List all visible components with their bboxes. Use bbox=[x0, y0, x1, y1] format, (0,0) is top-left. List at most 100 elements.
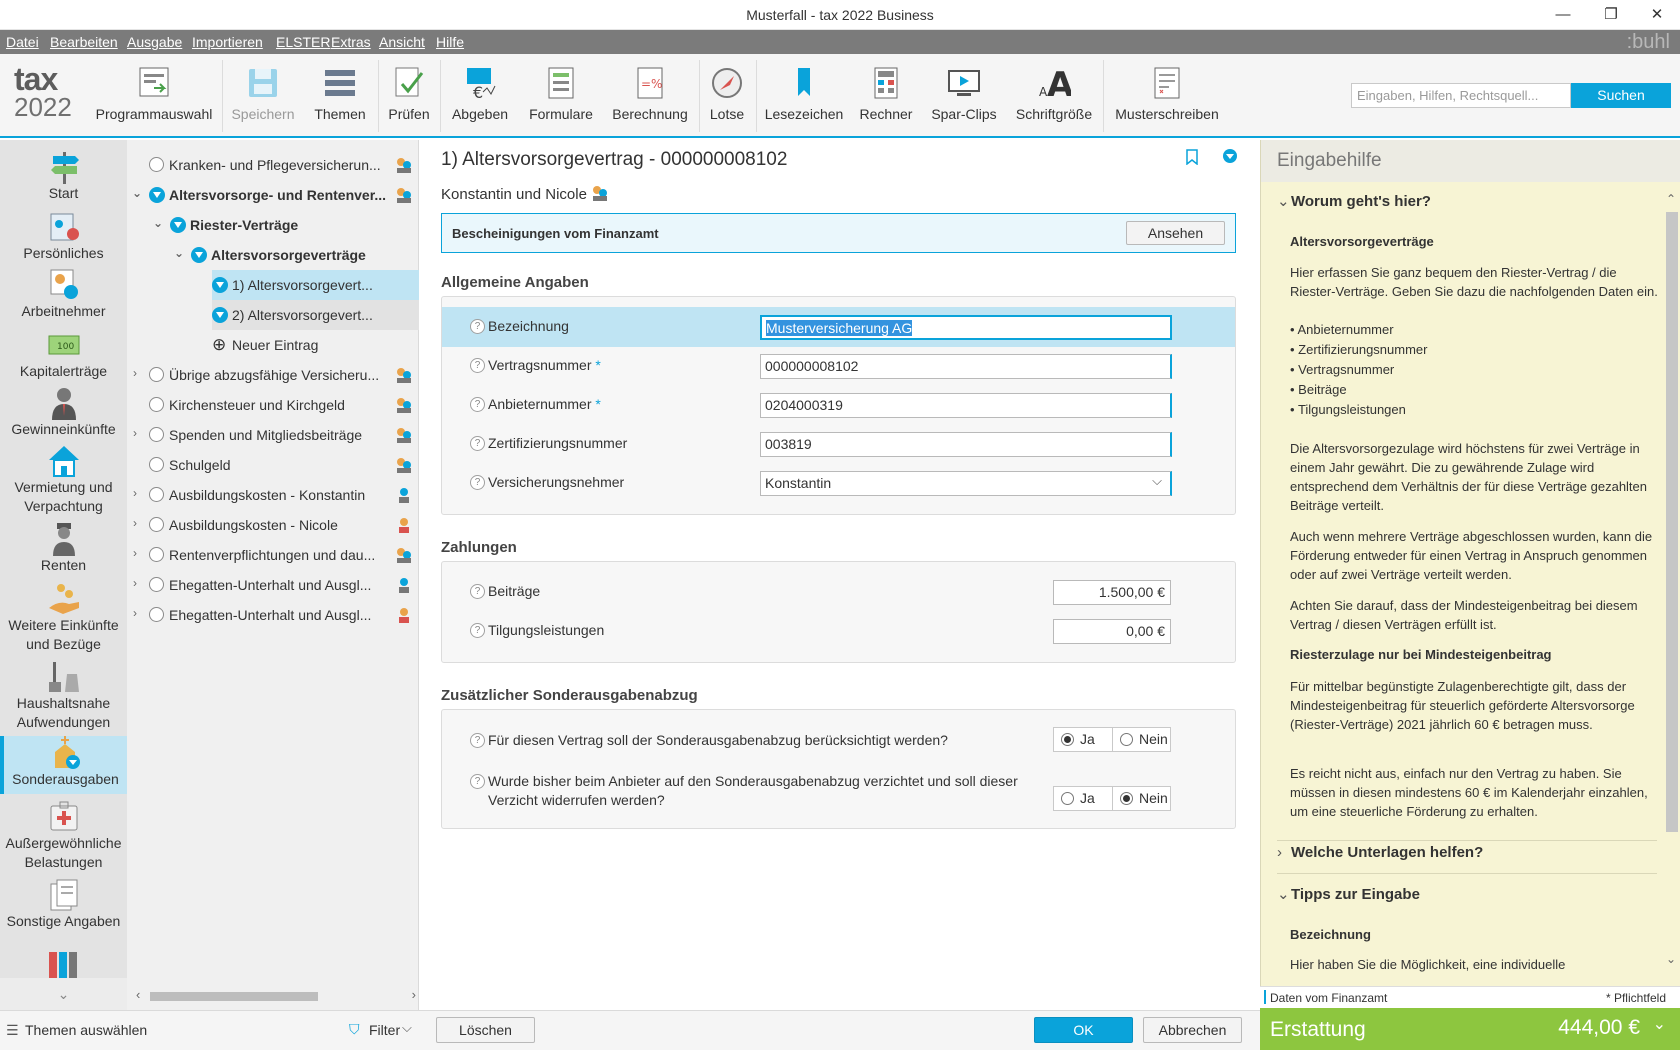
filter-button[interactable]: Filter bbox=[369, 1022, 400, 1038]
maximize-button[interactable]: ❐ bbox=[1588, 0, 1634, 30]
radio-nein[interactable] bbox=[1120, 733, 1133, 746]
tree-item[interactable]: › Spenden und Mitgliedsbeiträge bbox=[127, 420, 419, 450]
refund-bar[interactable]: Erstattung 444,00 € ⌄ bbox=[1260, 1008, 1680, 1050]
expand-chevron-icon[interactable]: › bbox=[133, 606, 137, 620]
tree-item[interactable]: › Ehegatten-Unterhalt und Ausgl... bbox=[127, 600, 419, 630]
help-icon[interactable]: ? bbox=[470, 584, 485, 599]
programmauswahl-button[interactable]: Programmauswahl bbox=[94, 60, 214, 134]
collapse-chevron-icon[interactable]: ⌄ bbox=[132, 186, 142, 200]
help-icon[interactable]: ? bbox=[470, 436, 485, 451]
nav-kapitalertraege[interactable]: 100 Kapitalerträge bbox=[0, 328, 127, 382]
nav-weitere-einkuenfte[interactable]: Weitere Einkünfte und Bezüge bbox=[0, 582, 127, 654]
loeschen-button[interactable]: Löschen bbox=[436, 1017, 535, 1043]
nav-persoenliches[interactable]: Persönliches bbox=[0, 210, 127, 264]
nav-sonstige-angaben[interactable]: Sonstige Angaben bbox=[0, 878, 127, 932]
help-icon[interactable]: ? bbox=[470, 774, 485, 789]
help-icon[interactable]: ? bbox=[470, 397, 485, 412]
help-section-worum[interactable]: ⌄Worum geht's hier? bbox=[1277, 192, 1431, 210]
tilgungsleistungen-input[interactable]: 0,00 € bbox=[1053, 619, 1171, 644]
menu-datei[interactable]: Datei bbox=[6, 34, 39, 50]
sidebar-scroll-down-icon[interactable]: ⌄ bbox=[0, 978, 127, 1010]
new-entry-button[interactable]: ⊕ Neuer Eintrag bbox=[127, 330, 419, 360]
search-input[interactable]: Eingaben, Hilfen, Rechtsquell... bbox=[1351, 83, 1571, 108]
scroll-thumb[interactable] bbox=[150, 992, 318, 1001]
help-icon[interactable]: ? bbox=[470, 358, 485, 373]
tree-item[interactable]: › Rentenverpflichtungen und dau... bbox=[127, 540, 419, 570]
help-icon[interactable]: ? bbox=[470, 319, 485, 334]
tree-item-selected[interactable]: 1) Altersvorsorgevert... bbox=[212, 270, 419, 300]
tree-item[interactable]: › Ehegatten-Unterhalt und Ausgl... bbox=[127, 570, 419, 600]
expand-chevron-icon[interactable]: › bbox=[133, 516, 137, 530]
expand-chevron-icon[interactable]: › bbox=[133, 426, 137, 440]
help-scrollbar[interactable] bbox=[1666, 212, 1678, 832]
minimize-button[interactable]: — bbox=[1540, 0, 1586, 30]
help-section-tipps[interactable]: ⌄Tipps zur Eingabe bbox=[1277, 885, 1420, 903]
pruefen-button[interactable]: Prüfen bbox=[384, 60, 434, 134]
help-icon[interactable]: ? bbox=[470, 475, 485, 490]
ok-button[interactable]: OK bbox=[1034, 1017, 1133, 1043]
collapse-chevron-icon[interactable]: ⌄ bbox=[174, 246, 184, 260]
radio-ja[interactable] bbox=[1061, 792, 1074, 805]
save-button[interactable]: Speichern bbox=[228, 60, 298, 134]
rechner-button[interactable]: Rechner bbox=[856, 60, 916, 134]
menu-importieren[interactable]: Importieren bbox=[192, 34, 263, 50]
ansehen-button[interactable]: Ansehen bbox=[1126, 221, 1225, 245]
tree-item[interactable]: ⌄ Riester-Verträge bbox=[127, 210, 419, 240]
menu-extras[interactable]: Extras bbox=[331, 34, 371, 50]
tree-item[interactable]: › Ausbildungskosten - Konstantin bbox=[127, 480, 419, 510]
musterschreiben-button[interactable]: Musterschreiben bbox=[1112, 60, 1222, 134]
schriftgroesse-button[interactable]: AA Schriftgröße bbox=[1012, 60, 1096, 134]
bookmark-icon[interactable] bbox=[1186, 149, 1198, 165]
tree-item[interactable]: ⌄ Altersvorsorgeverträge bbox=[127, 240, 419, 270]
tree-item[interactable]: Kranken- und Pflegeversicherun... bbox=[127, 150, 419, 180]
search-button[interactable]: Suchen bbox=[1571, 83, 1671, 108]
themen-auswaehlen-button[interactable]: Themen auswählen bbox=[25, 1022, 147, 1038]
radio-ja[interactable] bbox=[1061, 733, 1074, 746]
scroll-up-icon[interactable]: ⌃ bbox=[1666, 192, 1676, 206]
formulare-button[interactable]: Formulare bbox=[522, 60, 600, 134]
zertifizierungsnummer-input[interactable]: 003819 bbox=[760, 432, 1172, 457]
expand-chevron-icon[interactable]: › bbox=[133, 576, 137, 590]
abbrechen-button[interactable]: Abbrechen bbox=[1143, 1017, 1242, 1043]
menu-ansicht[interactable]: Ansicht bbox=[379, 34, 425, 50]
tree-item[interactable]: ⌄ Altersvorsorge- und Rentenver... bbox=[127, 180, 419, 210]
close-button[interactable]: ✕ bbox=[1634, 0, 1680, 30]
lotse-button[interactable]: Lotse bbox=[705, 60, 749, 134]
expand-chevron-icon[interactable]: › bbox=[133, 486, 137, 500]
scroll-down-icon[interactable]: ⌄ bbox=[1666, 952, 1676, 966]
menu-ausgabe[interactable]: Ausgabe bbox=[127, 34, 182, 50]
radio-nein[interactable] bbox=[1120, 792, 1133, 805]
tree-item[interactable]: › Übrige abzugsfähige Versicheru... bbox=[127, 360, 419, 390]
collapse-chevron-icon[interactable]: ⌄ bbox=[153, 216, 163, 230]
nav-haushaltsnahe[interactable]: Haushaltsnahe Aufwendungen bbox=[0, 660, 127, 732]
abgeben-button[interactable]: € Abgeben bbox=[446, 60, 514, 134]
bezeichnung-input[interactable]: Musterversicherung AG bbox=[760, 315, 1172, 340]
tree-item[interactable]: Kirchensteuer und Kirchgeld bbox=[127, 390, 419, 420]
tree-item[interactable]: › Ausbildungskosten - Nicole bbox=[127, 510, 419, 540]
beitraege-input[interactable]: 1.500,00 € bbox=[1053, 580, 1171, 605]
nav-arbeitnehmer[interactable]: Arbeitnehmer bbox=[0, 268, 127, 322]
nav-aussergewoehnliche[interactable]: Außergewöhnliche Belastungen bbox=[0, 800, 127, 872]
menu-bearbeiten[interactable]: Bearbeiten bbox=[50, 34, 118, 50]
help-section-unterlagen[interactable]: › Welche Unterlagen helfen? bbox=[1277, 844, 1483, 861]
nav-gewinneinkuenfte[interactable]: Gewinneinkünfte bbox=[0, 386, 127, 440]
help-icon[interactable]: ? bbox=[470, 733, 485, 748]
anbieternummer-input[interactable]: 0204000319 bbox=[760, 393, 1172, 418]
expand-chevron-icon[interactable]: › bbox=[133, 366, 137, 380]
nav-renten[interactable]: Renten bbox=[0, 522, 127, 576]
vertragsnummer-input[interactable]: 000000008102 bbox=[760, 354, 1172, 379]
tree-item[interactable]: 2) Altersvorsorgevert... bbox=[212, 300, 419, 330]
themen-button[interactable]: Themen bbox=[306, 60, 374, 134]
sparclips-button[interactable]: Spar-Clips bbox=[928, 60, 1000, 134]
nav-vermietung[interactable]: Vermietung und Verpachtung bbox=[0, 444, 127, 516]
versicherungsnehmer-select[interactable]: Konstantin ⌵ bbox=[760, 471, 1172, 496]
expand-chevron-icon[interactable]: › bbox=[133, 546, 137, 560]
nav-sonderausgaben[interactable]: Sonderausgaben bbox=[0, 736, 127, 794]
menu-hilfe[interactable]: Hilfe bbox=[436, 34, 464, 50]
berechnung-button[interactable]: =% Berechnung bbox=[609, 60, 691, 134]
nav-start[interactable]: Start bbox=[0, 150, 127, 204]
menu-elster[interactable]: ELSTER bbox=[276, 34, 330, 50]
dropdown-circle-icon[interactable] bbox=[1222, 148, 1238, 164]
scroll-right-icon[interactable]: › bbox=[412, 987, 416, 1002]
tree-horizontal-scrollbar[interactable]: ‹ › bbox=[136, 987, 416, 1004]
